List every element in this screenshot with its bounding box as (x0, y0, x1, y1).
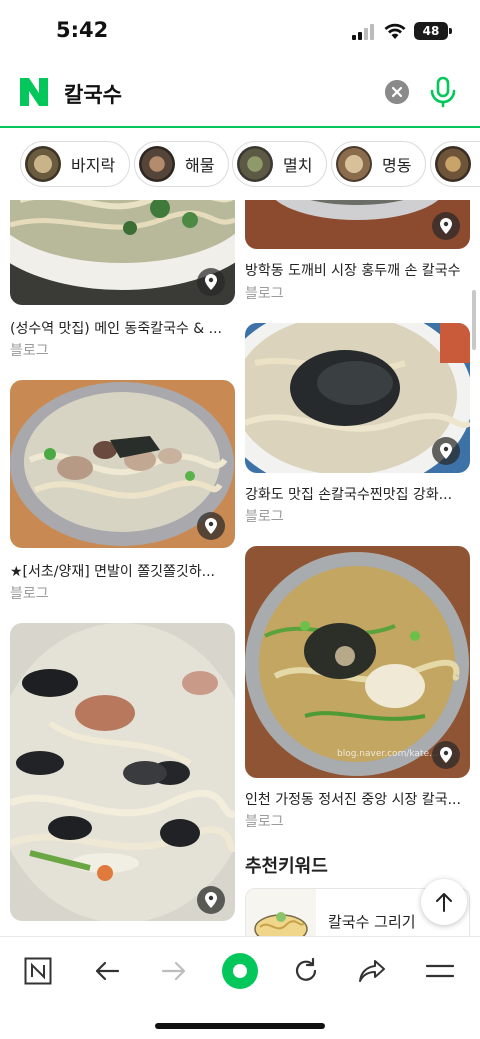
share-icon (359, 960, 385, 982)
result-source: 블로그 (10, 586, 49, 602)
result-caption[interactable]: 인천 가정동 정서진 중앙 시장 칼국... (245, 789, 470, 809)
naver-home-icon (24, 957, 52, 985)
refresh-button[interactable] (286, 951, 326, 991)
location-pin-icon[interactable] (197, 512, 225, 540)
result-source: 블로그 (245, 509, 284, 525)
image-results: (성수역 맛집) 메인 동죽칼국수 & ... 블로그 ★[서초/양재] 면발이… (0, 200, 480, 936)
forward-button[interactable] (154, 951, 194, 991)
menu-button[interactable] (420, 951, 460, 991)
refresh-icon (295, 958, 317, 981)
back-button[interactable] (87, 951, 127, 991)
status-bar: 5:42 48 (0, 0, 480, 62)
search-query[interactable]: 칼국수 (64, 79, 122, 109)
chip-keyword[interactable]: 해물 (134, 141, 230, 187)
clear-icon[interactable] (385, 80, 409, 104)
chip-label: 명동 (382, 156, 412, 175)
location-pin-icon[interactable] (432, 741, 460, 769)
arrow-up-icon (436, 893, 452, 912)
chip-label: 멸치 (283, 156, 313, 175)
result-image[interactable] (10, 623, 235, 921)
chip-keyword[interactable]: 바지락 (20, 141, 131, 187)
image-watermark: blog.naver.com/kate... (337, 749, 438, 759)
result-source: 블로그 (10, 343, 49, 359)
battery-level: 48 (414, 22, 448, 40)
seafood-noodle-image (10, 623, 235, 921)
chip-thumbnail (25, 146, 61, 182)
result-caption[interactable]: 방학동 도깨비 시장 홍두깨 손 칼국수 (245, 260, 470, 280)
location-pin-icon[interactable] (197, 886, 225, 914)
menu-icon (426, 964, 454, 978)
recommended-title: 추천키워드 (245, 856, 328, 877)
bottom-toolbar (0, 936, 480, 1039)
location-pin-icon[interactable] (197, 268, 225, 296)
scroll-to-top-button[interactable] (421, 879, 467, 925)
search-header: 칼국수 (0, 62, 480, 128)
green-dot-icon (222, 953, 258, 989)
back-icon (95, 961, 120, 981)
naver-logo-icon[interactable] (18, 76, 50, 108)
home-indicator (155, 1023, 325, 1029)
forward-icon (161, 961, 186, 981)
location-pin-icon[interactable] (432, 212, 460, 240)
green-dot-button[interactable] (220, 951, 260, 991)
result-source: 블로그 (245, 286, 284, 302)
mic-icon[interactable] (428, 76, 458, 108)
location-pin-icon[interactable] (432, 437, 460, 465)
status-time: 5:42 (56, 18, 109, 42)
chip-thumbnail (435, 146, 471, 182)
chip-keyword[interactable]: 비 (430, 141, 480, 187)
chip-keyword[interactable]: 멸치 (232, 141, 328, 187)
noodle-drawing-thumbnail (246, 889, 316, 936)
result-caption[interactable]: 강화도 맛집 손칼국수찐맛집 강화... (245, 484, 470, 504)
result-caption[interactable]: (성수역 맛집) 메인 동죽칼국수 & ... (10, 318, 235, 338)
chip-thumbnail (237, 146, 273, 182)
wifi-icon (384, 23, 406, 39)
cellular-signal-icon (352, 24, 374, 40)
result-source: 블로그 (245, 814, 284, 830)
result-caption[interactable]: ★[서초/양재] 면발이 쫄깃쫄깃하... (10, 561, 235, 581)
recommended-keyword-label: 칼국수 그리기 (328, 913, 416, 931)
chip-label: 바지락 (71, 156, 116, 175)
share-button[interactable] (352, 951, 392, 991)
naver-home-button[interactable] (18, 951, 58, 991)
keyword-chips: 바지락 해물 멸치 명동 비 (0, 128, 480, 200)
chip-thumbnail (139, 146, 175, 182)
chip-thumbnail (336, 146, 372, 182)
battery-tip (449, 28, 452, 34)
chip-label: 해물 (185, 156, 215, 175)
scrollbar[interactable] (472, 290, 476, 350)
chip-keyword[interactable]: 명동 (331, 141, 427, 187)
